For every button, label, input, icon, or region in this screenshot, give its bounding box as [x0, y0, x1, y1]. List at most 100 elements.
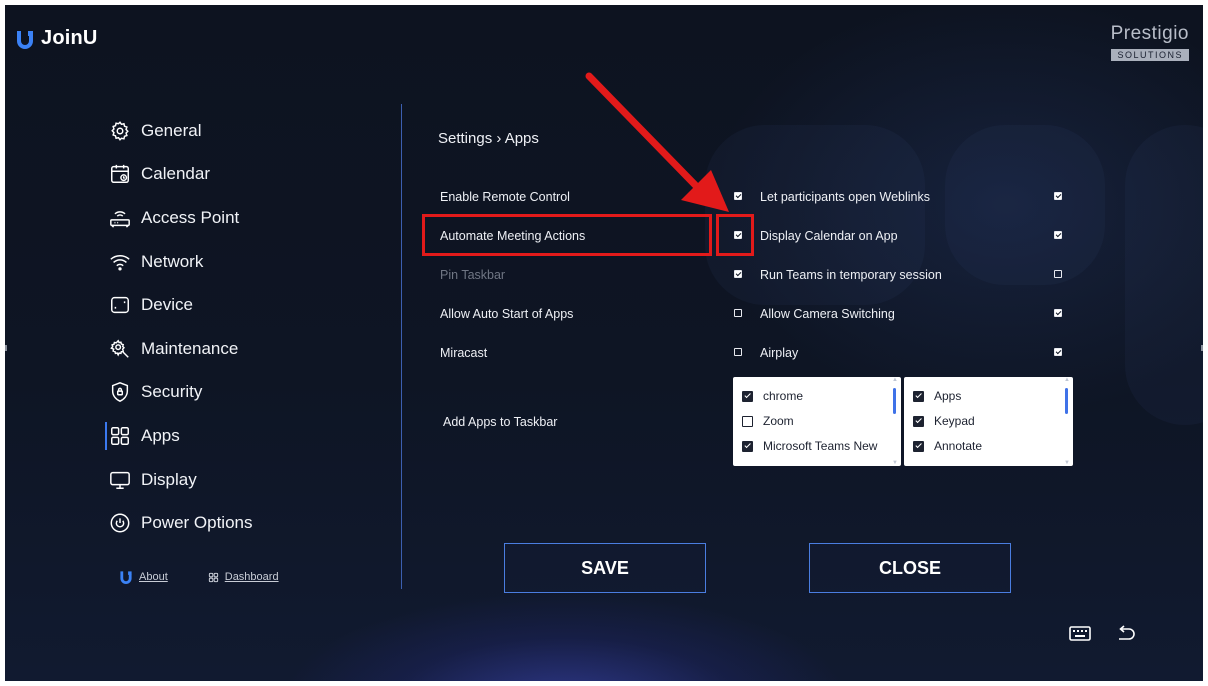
brand-name: Prestigio: [1110, 23, 1189, 44]
maintenance-icon: [109, 338, 131, 360]
list-item-label: Zoom: [763, 414, 794, 428]
dashboard-link[interactable]: Dashboard: [208, 571, 279, 583]
wifi-icon: [109, 251, 131, 273]
auto-start-checkbox[interactable]: [734, 309, 742, 317]
sidebar-item-security[interactable]: Security: [109, 371, 253, 415]
calendar-icon: [109, 163, 131, 185]
scroll-up-icon[interactable]: ▲: [892, 377, 898, 383]
list-item-keypad[interactable]: Keypad: [913, 414, 975, 428]
list-item-label: Microsoft Teams New: [763, 439, 878, 453]
list-scrollbar[interactable]: ▲ ▼: [1063, 377, 1071, 466]
chrome-checkbox[interactable]: [742, 390, 753, 402]
app-name: JoinU: [41, 27, 98, 49]
sidebar-item-display[interactable]: Display: [109, 458, 253, 502]
list-item-annotate[interactable]: Annotate: [913, 439, 982, 453]
list-item-label: Annotate: [934, 439, 983, 453]
teams-checkbox[interactable]: [742, 440, 753, 452]
joinu-logo-icon: [17, 30, 33, 49]
keypad-checkbox[interactable]: [913, 415, 924, 427]
breadcrumb: Settings › Apps: [438, 130, 539, 147]
sidebar-item-device[interactable]: Device: [109, 283, 253, 327]
scroll-up-icon[interactable]: ▲: [1064, 377, 1070, 383]
dashboard-grid-icon: [208, 572, 218, 582]
right-edge-handle[interactable]: [1201, 345, 1203, 351]
apps-checkbox[interactable]: [913, 390, 924, 402]
about-label: About: [139, 571, 168, 583]
option-label-camera-switching: Allow Camera Switching: [760, 307, 895, 321]
annotate-checkbox[interactable]: [913, 440, 924, 452]
option-label-auto-start: Allow Auto Start of Apps: [440, 307, 574, 321]
list-item-label: Apps: [934, 389, 962, 403]
add-apps-taskbar-label: Add Apps to Taskbar: [443, 415, 558, 429]
option-label-remote-control: Enable Remote Control: [440, 190, 570, 204]
sidebar-footer: About Dashboard: [119, 570, 279, 584]
sidebar-item-power-options[interactable]: Power Options: [109, 501, 253, 545]
sidebar-item-label: Power Options: [141, 513, 253, 533]
calendar-on-app-checkbox[interactable]: [1054, 231, 1062, 239]
gear-icon: [109, 120, 131, 142]
power-icon: [109, 512, 131, 534]
sidebar-item-network[interactable]: Network: [109, 240, 253, 284]
scroll-thumb[interactable]: [1065, 388, 1068, 414]
weblinks-checkbox[interactable]: [1054, 192, 1062, 200]
app-logo: JoinU: [15, 27, 98, 50]
list-item-label: chrome: [763, 389, 804, 403]
sidebar-item-apps[interactable]: Apps: [105, 414, 253, 458]
sidebar-item-access-point[interactable]: Access Point: [109, 196, 253, 240]
shield-icon: [109, 381, 131, 403]
list-item-label: Keypad: [934, 414, 975, 428]
airplay-checkbox[interactable]: [1054, 348, 1062, 356]
close-button[interactable]: CLOSE: [809, 543, 1011, 593]
scroll-thumb[interactable]: [893, 388, 896, 414]
sidebar-item-label: Security: [141, 382, 203, 402]
list-scrollbar[interactable]: ▲ ▼: [891, 377, 899, 466]
option-label-calendar-on-app: Display Calendar on App: [760, 229, 898, 243]
router-icon: [109, 207, 131, 229]
sidebar-item-label: Maintenance: [141, 338, 239, 358]
keyboard-icon[interactable]: [1069, 625, 1091, 643]
sidebar-divider: [401, 104, 402, 589]
option-label-pin-taskbar: Pin Taskbar: [440, 268, 506, 282]
sidebar-item-label: Network: [141, 251, 204, 271]
annotation-highlight-label: [422, 214, 712, 256]
list-item-teams[interactable]: Microsoft Teams New: [742, 439, 877, 453]
device-icon: [109, 294, 131, 316]
sidebar-item-label: Apps: [141, 425, 180, 445]
sidebar-item-calendar[interactable]: Calendar: [109, 153, 253, 197]
teams-temporary-checkbox[interactable]: [1054, 270, 1062, 278]
zoom-checkbox[interactable]: [742, 415, 753, 427]
miracast-checkbox[interactable]: [734, 348, 742, 356]
list-item-chrome[interactable]: chrome: [742, 389, 803, 403]
brand-subtitle: SOLUTIONS: [1111, 49, 1189, 61]
taskbar-apps-list[interactable]: chrome Zoom Microsoft Teams New ▲ ▼: [733, 377, 901, 466]
joinu-small-icon: [120, 571, 132, 584]
brand-logo: Prestigio SOLUTIONS: [1111, 23, 1189, 63]
scroll-down-icon[interactable]: ▼: [892, 460, 898, 466]
back-icon[interactable]: [1115, 625, 1137, 643]
sidebar-item-label: Access Point: [141, 207, 240, 227]
sidebar-item-label: Display: [141, 469, 197, 489]
sidebar-item-label: Device: [141, 295, 193, 315]
camera-switching-checkbox[interactable]: [1054, 309, 1062, 317]
option-label-weblinks: Let participants open Weblinks: [760, 190, 931, 204]
app-screen: JoinU Prestigio SOLUTIONS General Calend…: [5, 5, 1203, 681]
option-label-miracast: Miracast: [440, 346, 488, 360]
list-item-apps[interactable]: Apps: [913, 389, 961, 403]
decorative-shape: [1125, 125, 1203, 425]
annotation-highlight-checkbox: [716, 214, 754, 256]
dashboard-label: Dashboard: [224, 571, 279, 583]
save-button[interactable]: SAVE: [504, 543, 706, 593]
sidebar-item-maintenance[interactable]: Maintenance: [109, 327, 253, 371]
about-link[interactable]: About: [119, 570, 168, 584]
sidebar-item-general[interactable]: General: [109, 109, 253, 153]
sidebar-item-label: Calendar: [141, 164, 210, 184]
option-label-airplay: Airplay: [760, 346, 799, 360]
left-edge-handle[interactable]: [5, 345, 7, 351]
decorative-shape: [945, 125, 1105, 285]
taskbar-tools-list[interactable]: Apps Keypad Annotate ▲ ▼: [904, 377, 1073, 466]
sidebar-item-label: General: [141, 120, 202, 140]
list-item-zoom[interactable]: Zoom: [742, 414, 794, 428]
pin-taskbar-checkbox[interactable]: [734, 270, 742, 278]
remote-control-checkbox[interactable]: [734, 192, 742, 200]
scroll-down-icon[interactable]: ▼: [1064, 460, 1070, 466]
